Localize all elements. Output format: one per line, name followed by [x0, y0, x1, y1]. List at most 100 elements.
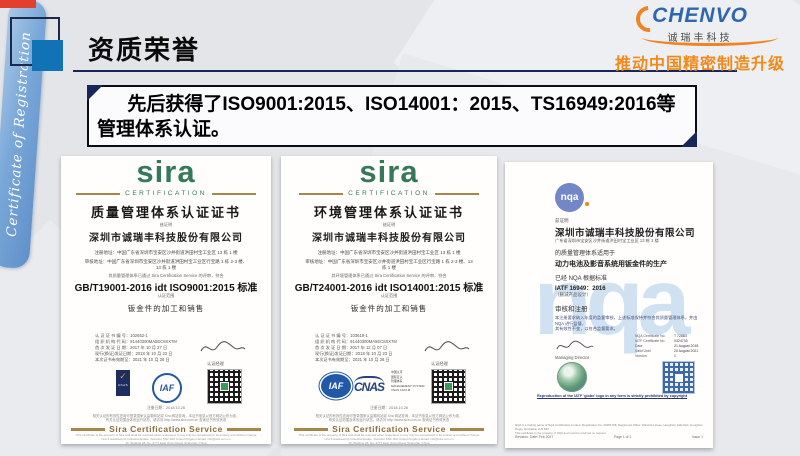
qr-code-icon: [662, 361, 695, 394]
gold-bar-left: [299, 193, 343, 195]
footer-issue: Issue 1: [692, 435, 703, 439]
certificate-notes: 相关认证的有效性查询可登录国家认监委网站或 Sira 网站查询，本证书信息以官方…: [71, 414, 261, 423]
manager-label: 认证经理: [207, 361, 224, 367]
field-label: Version: [635, 354, 671, 359]
iaf-logo-icon: IAF: [321, 374, 351, 398]
ukas-crown-icon: ✓: [116, 370, 130, 383]
scope-label: 认证范围: [61, 293, 271, 299]
red-corner-accent: [0, 0, 36, 8]
slide-canvas: 资质荣誉 CHENVO 诚瑞丰科技 推动中国精密制造升级 先后获得了ISO900…: [0, 0, 800, 456]
sira-certification-label: CERTIFICATION: [348, 190, 430, 197]
gold-bar-right: [212, 193, 256, 195]
nqa-logo-icon: nqa: [555, 183, 584, 212]
sira-logo: sira: [61, 155, 271, 189]
gold-bar-right: [227, 428, 261, 431]
scope-text: 动力电池及影音系统用钣金件的生产: [555, 259, 703, 269]
certify-label: 兹证明: [555, 218, 703, 224]
footer-note: 4F, Building 28, No. 2777 East Jinxiu Ro…: [67, 442, 265, 446]
system-applies-line: 的质量管理体系适用于: [555, 248, 703, 257]
iatf-globe-icon: [557, 362, 587, 392]
registration-date: 注册日期：2018.10.26: [281, 406, 497, 411]
paragraph-line: 其有效性不变，以符合监督要求。: [555, 326, 705, 332]
sira-logo: sira: [281, 155, 497, 189]
company-name: 深圳市诚瑞丰科技股份有限公司: [61, 229, 271, 244]
gold-bar-right: [435, 193, 479, 195]
certificate-sira-environment: sira CERTIFICATION 环境管理体系认证证书 兹证明 深圳市诚瑞丰…: [281, 156, 497, 444]
gold-bar-left: [71, 428, 105, 431]
field-row: Version1: [635, 354, 698, 359]
certificate-sira-quality: sira CERTIFICATION 质量管理体系认证证书 兹证明 深圳市诚瑞丰…: [61, 156, 271, 444]
gold-bar-left: [76, 193, 120, 195]
registration-date: 注册日期：2018.10.26: [61, 406, 271, 411]
company-name: 深圳市诚瑞丰科技股份有限公司: [555, 225, 703, 239]
page-title: 资质荣誉: [88, 30, 200, 67]
field-row: 本次证书有效期至：2021 年 10 月 26 日: [315, 357, 425, 363]
sira-certification-line: CERTIFICATION: [61, 190, 271, 197]
footer-notes: This certificate is the property of Sira…: [67, 434, 265, 446]
paragraph-line: 本注册要求纳入年度的监督审核，上述标准保持并符合其质量管理体系，并由 NQA 进…: [555, 315, 705, 326]
footer-revision: Revision: Date: Feb 2017: [515, 435, 553, 439]
company-logo: CHENVO 诚瑞丰科技 推动中国精密制造升级: [610, 4, 790, 74]
registered-address: 注册地址：中国广东省深圳市宝安区沙井街道洪田村宝工业区 13 栋 1 楼: [69, 250, 263, 256]
footer-notes: This certificate is the property of Sira…: [287, 434, 491, 446]
certificate-nqa-iatf: nqa nqa 兹证明 深圳市诚瑞丰科技股份有限公司 广东省深圳市宝安区沙井街道…: [505, 162, 713, 448]
footer-page-number: Page 1 of 2: [614, 435, 631, 439]
qr-code-icon: [431, 369, 466, 404]
footer-notes: NQA is a trading name of NQA Certificati…: [515, 424, 703, 435]
standard-intro: 已经 NQA 根据标准: [555, 273, 703, 282]
copyright-line: Reproduction of the IATF 'globe' logo in…: [519, 394, 705, 398]
note-line: 有关认证范围及体系运行状态，请访问 http://www.sira.com.cn…: [71, 418, 261, 422]
footer-note: 4F, Building 28, No. 2777 East Jinxiu Ro…: [287, 442, 491, 446]
qr-code-icon: [207, 369, 242, 404]
manager-label: 认证经理: [431, 361, 448, 367]
field-row: 本次证书有效期至：2021 年 10 月 26 日: [95, 357, 205, 363]
certificate-fields: 认 证 证 书 编 号：103619-1 组 织 机 构 代 码：9144030…: [315, 333, 425, 363]
banner-text: 先后获得了ISO9001:2015、ISO14001：2015、TS16949:…: [89, 87, 695, 147]
note-line: 有关认证范围及体系运行状态，请访问 http://www.sira.com.cn…: [291, 418, 487, 422]
logo-swoosh-underline-icon: [642, 29, 778, 46]
ukas-badge-icon: ✓ UKAS: [116, 370, 130, 396]
gold-bar-left: [294, 428, 328, 431]
standard-line: GB/T24001-2016 idt ISO14001:2015 标准: [281, 279, 497, 294]
assessment-line: 其质量管理体系已通过 Sira Certification Service 的评…: [61, 273, 271, 279]
certification-banner: 先后获得了ISO9001:2015、ISO14001：2015、TS16949:…: [87, 85, 697, 147]
logo-brand-text: CHENVO: [652, 4, 748, 27]
scope-label: 认证范围: [281, 293, 497, 299]
certificate-fields: 认 证 证 书 编 号：102652-1 组 织 机 构 代 码：9144030…: [95, 333, 205, 363]
footer-row: Revision: Date: Feb 2017 Page 1 of 2 Iss…: [515, 435, 703, 439]
nqa-fields: NQA Certificate No.T 72883 IATF Certific…: [635, 334, 698, 359]
field-value: 1: [674, 354, 676, 359]
registration-paragraph: 本注册要求纳入年度的监督审核，上述标准保持并符合其质量管理体系，并由 NQA 进…: [555, 315, 705, 332]
audit-address: 审核地址：中国广东省深圳市宝安区沙井街道洪田村宝工业区行宝路 1 栋 2-3 楼…: [303, 259, 475, 270]
sira-certification-line: CERTIFICATION: [281, 190, 497, 197]
company-address: 广东省深圳市宝安区沙井街道洪田村宝工业区 13 栋 1 楼: [555, 238, 703, 244]
certify-label: 兹证明: [61, 222, 271, 228]
company-name: 深圳市诚瑞丰科技股份有限公司: [281, 229, 497, 244]
blue-square-decoration: [32, 40, 63, 71]
cnas-logo-icon: CNAS: [354, 376, 384, 394]
assessment-line: 其环境管理体系已通过 Sira Certification Service 的评…: [281, 273, 497, 279]
registered-address: 注册地址：中国广东省深圳市宝安区沙井街道洪田村宝工业区 13 栋 1 楼: [289, 250, 489, 256]
standard-line: IATF 16949：2016: [555, 283, 703, 292]
exclusion-note: （删减产品设计）: [555, 292, 703, 298]
signature: [199, 338, 247, 358]
standard-line: GB/T19001-2016 idt ISO9001:2015 标准: [61, 279, 271, 294]
field-value: 20 August 2021: [674, 349, 698, 354]
sira-certification-label: CERTIFICATION: [125, 190, 207, 197]
logo-wordmark: CHENVO 诚瑞丰科技: [646, 4, 754, 44]
certificate-title: 环境管理体系认证证书: [281, 202, 497, 221]
scope-text: 钣金件的加工和销售: [281, 303, 497, 314]
signature: [555, 338, 595, 354]
certify-label: 兹证明: [281, 222, 497, 228]
certificate-title: 质量管理体系认证证书: [61, 202, 271, 221]
logo-tagline: 推动中国精密制造升级: [610, 50, 790, 74]
audit-address: 审核地址：中国广东省深圳市宝安区沙井街道洪田村宝工业区行宝路 1 栋 2-3 楼…: [83, 259, 249, 270]
certificate-notes: 相关认证的有效性查询可登录国家认监委网站或 Sira 网站查询，本证书信息以官方…: [291, 414, 487, 423]
ukas-label: UKAS: [116, 383, 130, 387]
scope-text: 钣金件的加工和销售: [61, 303, 271, 314]
iaf-logo-icon: IAF: [152, 373, 182, 403]
signature: [423, 338, 471, 358]
audited-registered-label: 审核和注册: [555, 303, 703, 313]
gold-bar-right: [450, 428, 484, 431]
nqa-logo-dot-icon: [585, 202, 589, 206]
